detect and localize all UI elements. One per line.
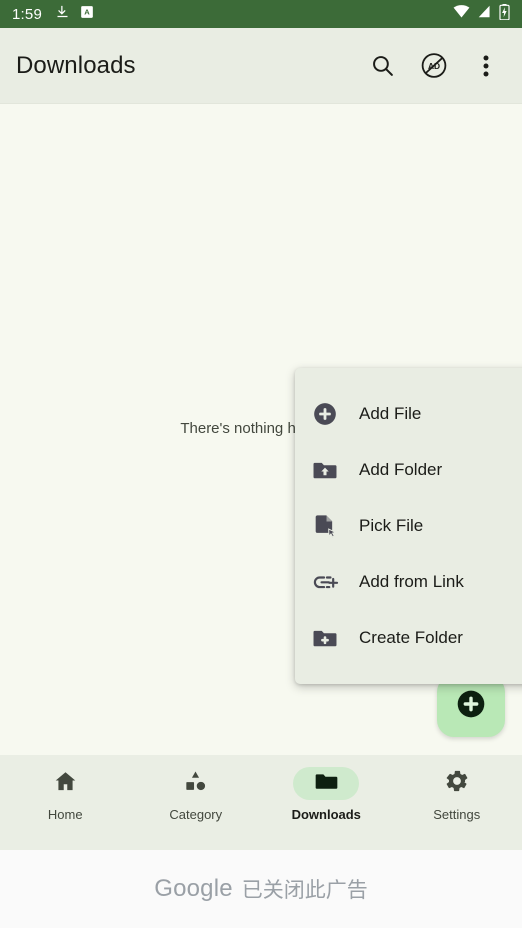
menu-item-add-folder[interactable]: Add Folder (295, 442, 522, 498)
home-icon (53, 769, 78, 799)
nav-pill (32, 767, 98, 800)
ad-banner[interactable]: Google 已关闭此广告 (0, 850, 522, 928)
nav-item-category[interactable]: Category (131, 767, 262, 822)
gear-icon (444, 768, 470, 799)
nav-pill (163, 767, 229, 800)
nav-item-home[interactable]: Home (0, 767, 131, 822)
status-bar-clock: 1:59 (12, 5, 42, 23)
status-bar-notification-icons: A (55, 4, 94, 24)
folder-icon (314, 769, 339, 799)
download-icon (55, 4, 70, 24)
wifi-icon (453, 5, 470, 23)
page-title: Downloads (16, 51, 136, 79)
menu-item-add-file[interactable]: Add File (295, 386, 522, 442)
folder-upload-icon (311, 456, 339, 484)
plus-circle-icon (311, 400, 339, 428)
nav-item-settings[interactable]: Settings (392, 767, 522, 822)
plus-icon (454, 687, 488, 726)
nav-pill (424, 767, 490, 800)
bottom-navigation-bar: Home Category Downloads Settings (0, 755, 522, 850)
ad-closed-message: 已关闭此广告 (241, 878, 368, 902)
app-bar: Downloads AD (0, 28, 522, 104)
folder-plus-icon (311, 624, 339, 652)
app-badge-a-icon: A (80, 5, 94, 24)
menu-item-label: Add Folder (359, 460, 443, 479)
svg-text:AD: AD (428, 61, 440, 71)
status-bar-system-icons (453, 3, 510, 25)
nav-item-downloads[interactable]: Downloads (261, 767, 392, 822)
battery-charging-icon (499, 3, 510, 25)
cellular-signal-icon (477, 5, 492, 23)
menu-item-label: Add from Link (359, 572, 464, 591)
file-cursor-icon (311, 512, 339, 540)
add-options-popup-menu: Add File Add Folder Pick File Add from L… (295, 368, 522, 684)
shapes-icon (183, 769, 208, 799)
nav-item-label: Home (47, 807, 83, 822)
menu-item-label: Create Folder (359, 628, 463, 647)
nav-item-label: Category (169, 807, 223, 822)
app-bar-actions: AD (368, 52, 506, 80)
svg-text:A: A (84, 7, 90, 16)
overflow-menu-icon[interactable] (472, 52, 500, 80)
nav-item-label: Settings (433, 807, 481, 822)
google-wordmark: Google (154, 875, 233, 902)
link-plus-icon (311, 568, 339, 596)
nav-item-label: Downloads (291, 807, 361, 822)
menu-item-label: Pick File (359, 516, 424, 535)
block-ads-icon[interactable]: AD (420, 52, 448, 80)
nav-pill-active (293, 767, 360, 800)
menu-item-label: Add File (359, 404, 422, 423)
menu-item-add-from-link[interactable]: Add from Link (295, 554, 522, 610)
menu-item-pick-file[interactable]: Pick File (295, 498, 522, 554)
add-fab-button[interactable] (437, 675, 505, 737)
status-bar: 1:59 A (0, 0, 522, 28)
search-icon[interactable] (368, 52, 396, 80)
app-root: 1:59 A Downloads AD There's nothing here… (0, 0, 522, 928)
menu-item-create-folder[interactable]: Create Folder (295, 610, 522, 666)
